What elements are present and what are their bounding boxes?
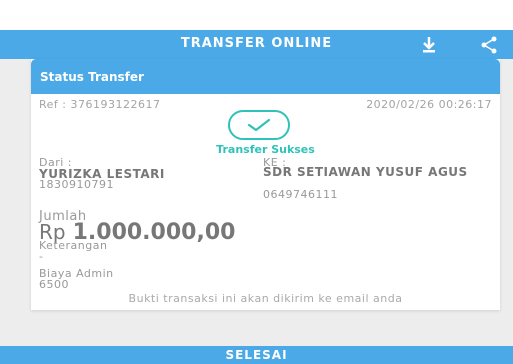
recipient-name: SDR SETIAWAN YUSUF AGUS bbox=[263, 165, 468, 179]
card-header: Status Transfer bbox=[31, 59, 500, 94]
app-header: TRANSFER ONLINE bbox=[0, 30, 513, 59]
sender-account: 1830910791 bbox=[39, 178, 114, 191]
recipient-account: 0649746111 bbox=[263, 188, 338, 201]
reference-number: Ref : 376193122617 bbox=[39, 98, 161, 111]
check-icon bbox=[247, 118, 271, 132]
note-value: - bbox=[39, 250, 44, 263]
transaction-datetime: 2020/02/26 00:26:17 bbox=[366, 98, 492, 111]
email-receipt-note: Bukti transaksi ini akan dikirim ke emai… bbox=[128, 292, 403, 305]
share-icon bbox=[481, 36, 497, 54]
success-check-badge bbox=[228, 110, 290, 140]
admin-fee-value: 6500 bbox=[39, 278, 69, 291]
transfer-status-card: Status Transfer Ref : 376193122617 2020/… bbox=[31, 59, 500, 310]
card-title: Status Transfer bbox=[40, 70, 144, 84]
done-button[interactable]: SELESAI bbox=[0, 346, 513, 364]
share-button[interactable] bbox=[478, 34, 500, 56]
download-button[interactable] bbox=[418, 34, 440, 56]
download-icon bbox=[423, 37, 435, 53]
status-bar-area bbox=[0, 0, 513, 30]
transfer-status-text: Transfer Sukses bbox=[216, 143, 315, 156]
note-label: Keterangan bbox=[39, 239, 108, 252]
